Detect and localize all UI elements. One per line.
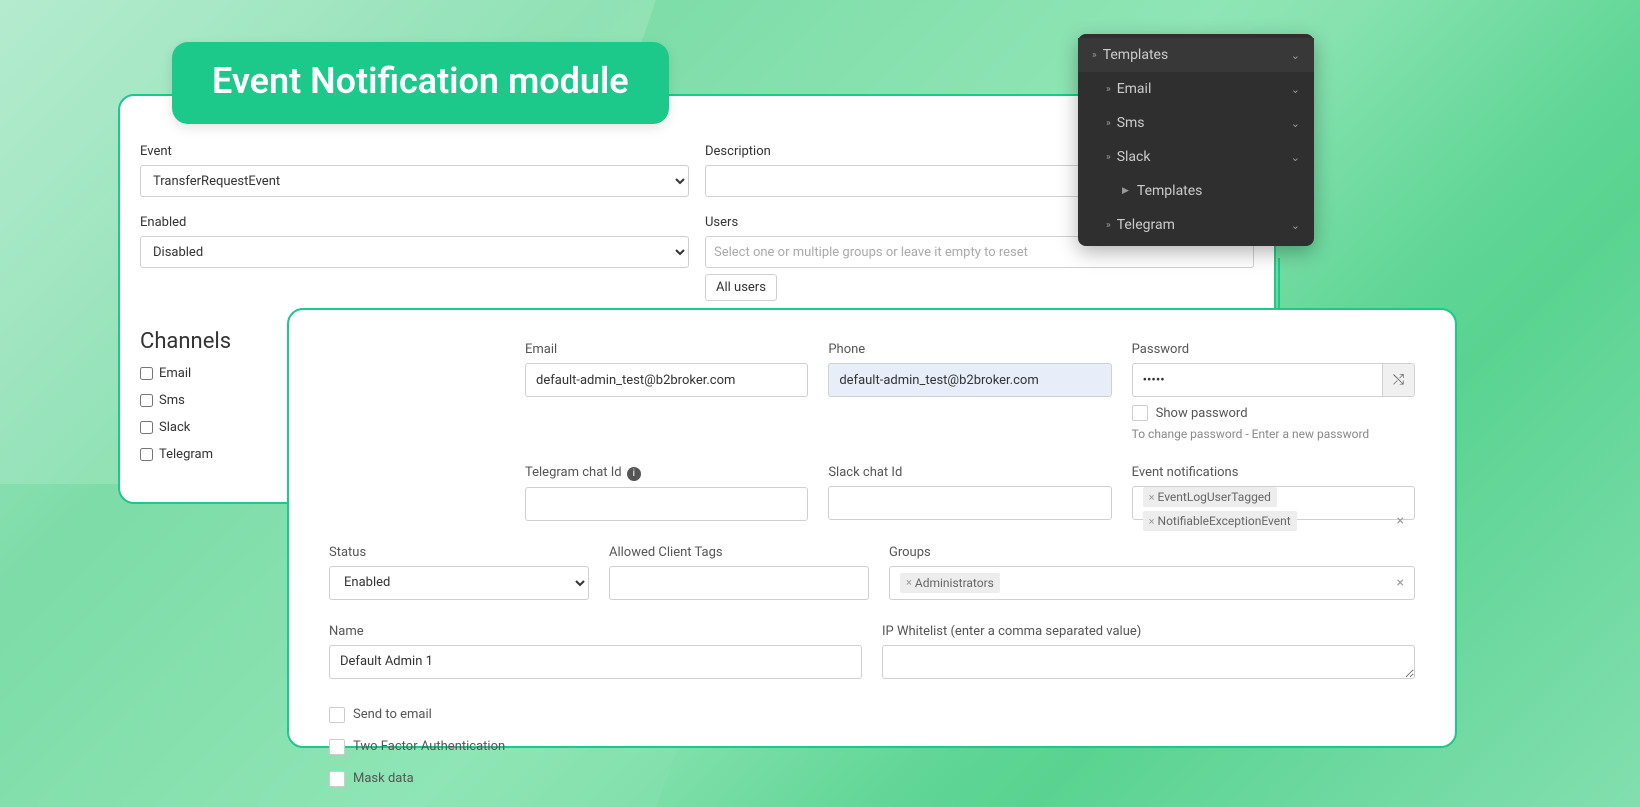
send-email-checkbox[interactable]: [329, 707, 345, 723]
tag[interactable]: × NotifiableExceptionEvent: [1143, 511, 1297, 531]
channel-label: Slack: [159, 420, 190, 435]
chevron-down-icon: ⌄: [1291, 49, 1300, 62]
channel-checkbox-slack[interactable]: [140, 421, 153, 434]
sidebar-item-slack[interactable]: » Slack ⌄: [1078, 140, 1314, 174]
telegram-label: Telegram chat Id i: [525, 465, 808, 481]
sidebar-item-label: Telegram: [1117, 217, 1175, 233]
sidebar-item-label: Email: [1117, 81, 1152, 97]
sidebar-item-label: Templates: [1137, 183, 1203, 199]
channel-label: Sms: [159, 393, 185, 408]
name-label: Name: [329, 624, 862, 639]
sidebar-item-email[interactable]: » Email ⌄: [1078, 72, 1314, 106]
chevron-down-icon: ⌄: [1291, 83, 1300, 96]
chevron-double-icon: »: [1106, 118, 1109, 129]
show-password-checkbox[interactable]: [1132, 405, 1148, 421]
password-label: Password: [1132, 342, 1415, 357]
shuffle-icon[interactable]: ⤭: [1382, 364, 1414, 396]
send-email-label: Send to email: [353, 707, 432, 722]
tag[interactable]: × Administrators: [900, 573, 1000, 593]
show-password-label: Show password: [1156, 406, 1248, 421]
slack-input[interactable]: [828, 486, 1111, 520]
chevron-double-icon: »: [1106, 220, 1109, 231]
sidebar-item-label: Templates: [1103, 47, 1169, 63]
enabled-label: Enabled: [140, 215, 689, 230]
phone-input[interactable]: [828, 363, 1111, 397]
channel-label: Telegram: [159, 447, 213, 462]
sidebar-item-templates[interactable]: ▶ Templates: [1078, 174, 1314, 208]
sidebar-item-telegram[interactable]: » Telegram ⌄: [1078, 208, 1314, 242]
channel-label: Email: [159, 366, 191, 381]
chevron-down-icon: ⌄: [1291, 117, 1300, 130]
enabled-select[interactable]: Disabled: [140, 236, 689, 268]
clear-icon[interactable]: ×: [1397, 575, 1404, 591]
sidebar-item-sms[interactable]: » Sms ⌄: [1078, 106, 1314, 140]
two-factor-label: Two Factor Authentication: [353, 739, 505, 754]
chevron-down-icon: ⌄: [1291, 219, 1300, 232]
groups-label: Groups: [889, 545, 1415, 560]
channel-checkbox-telegram[interactable]: [140, 448, 153, 461]
event-notifications-input[interactable]: × EventLogUserTagged× NotifiableExceptio…: [1132, 486, 1415, 520]
allowed-tags-label: Allowed Client Tags: [609, 545, 869, 560]
sidebar-item-label: Sms: [1117, 115, 1145, 131]
info-icon[interactable]: i: [627, 467, 641, 481]
name-input[interactable]: [329, 645, 862, 679]
all-users-button[interactable]: All users: [705, 274, 777, 301]
event-label: Event: [140, 144, 689, 159]
tag[interactable]: × EventLogUserTagged: [1143, 487, 1277, 507]
page-title: Event Notification module: [172, 42, 669, 124]
status-select[interactable]: Enabled: [329, 566, 589, 600]
chevron-down-icon: ⌄: [1291, 151, 1300, 164]
status-label: Status: [329, 545, 589, 560]
event-select[interactable]: TransferRequestEvent: [140, 165, 689, 197]
ip-whitelist-input[interactable]: [882, 645, 1415, 679]
connector-line: [1278, 258, 1280, 310]
event-notifications-label: Event notifications: [1132, 465, 1415, 480]
chevron-double-icon: »: [1092, 50, 1095, 61]
triangle-icon: ▶: [1122, 186, 1129, 196]
slack-label: Slack chat Id: [828, 465, 1111, 480]
remove-icon[interactable]: ×: [906, 576, 912, 589]
mask-data-checkbox[interactable]: [329, 771, 345, 787]
email-label: Email: [525, 342, 808, 357]
remove-icon[interactable]: ×: [1149, 515, 1155, 528]
chevron-double-icon: »: [1106, 152, 1109, 163]
allowed-tags-input[interactable]: [609, 566, 869, 600]
password-hint: To change password - Enter a new passwor…: [1132, 427, 1415, 441]
channel-checkbox-sms[interactable]: [140, 394, 153, 407]
two-factor-checkbox[interactable]: [329, 739, 345, 755]
remove-icon[interactable]: ×: [1149, 491, 1155, 504]
user-details-panel: Email Phone Password ⤭ Show password To …: [287, 308, 1457, 748]
mask-data-label: Mask data: [353, 771, 414, 786]
groups-input[interactable]: × Administrators×: [889, 566, 1415, 600]
templates-sidebar: » Templates ⌄ » Email ⌄ » Sms ⌄ » Slack ⌄ ▶ Templates…: [1078, 34, 1314, 246]
password-input[interactable]: [1132, 363, 1415, 397]
telegram-input[interactable]: [525, 487, 808, 521]
sidebar-item-label: Slack: [1117, 149, 1151, 165]
sidebar-item-templates[interactable]: » Templates ⌄: [1078, 38, 1314, 72]
clear-icon[interactable]: ×: [1397, 513, 1404, 529]
chevron-double-icon: »: [1106, 84, 1109, 95]
phone-label: Phone: [828, 342, 1111, 357]
ip-whitelist-label: IP Whitelist (enter a comma separated va…: [882, 624, 1415, 639]
email-input[interactable]: [525, 363, 808, 397]
channel-checkbox-email[interactable]: [140, 367, 153, 380]
